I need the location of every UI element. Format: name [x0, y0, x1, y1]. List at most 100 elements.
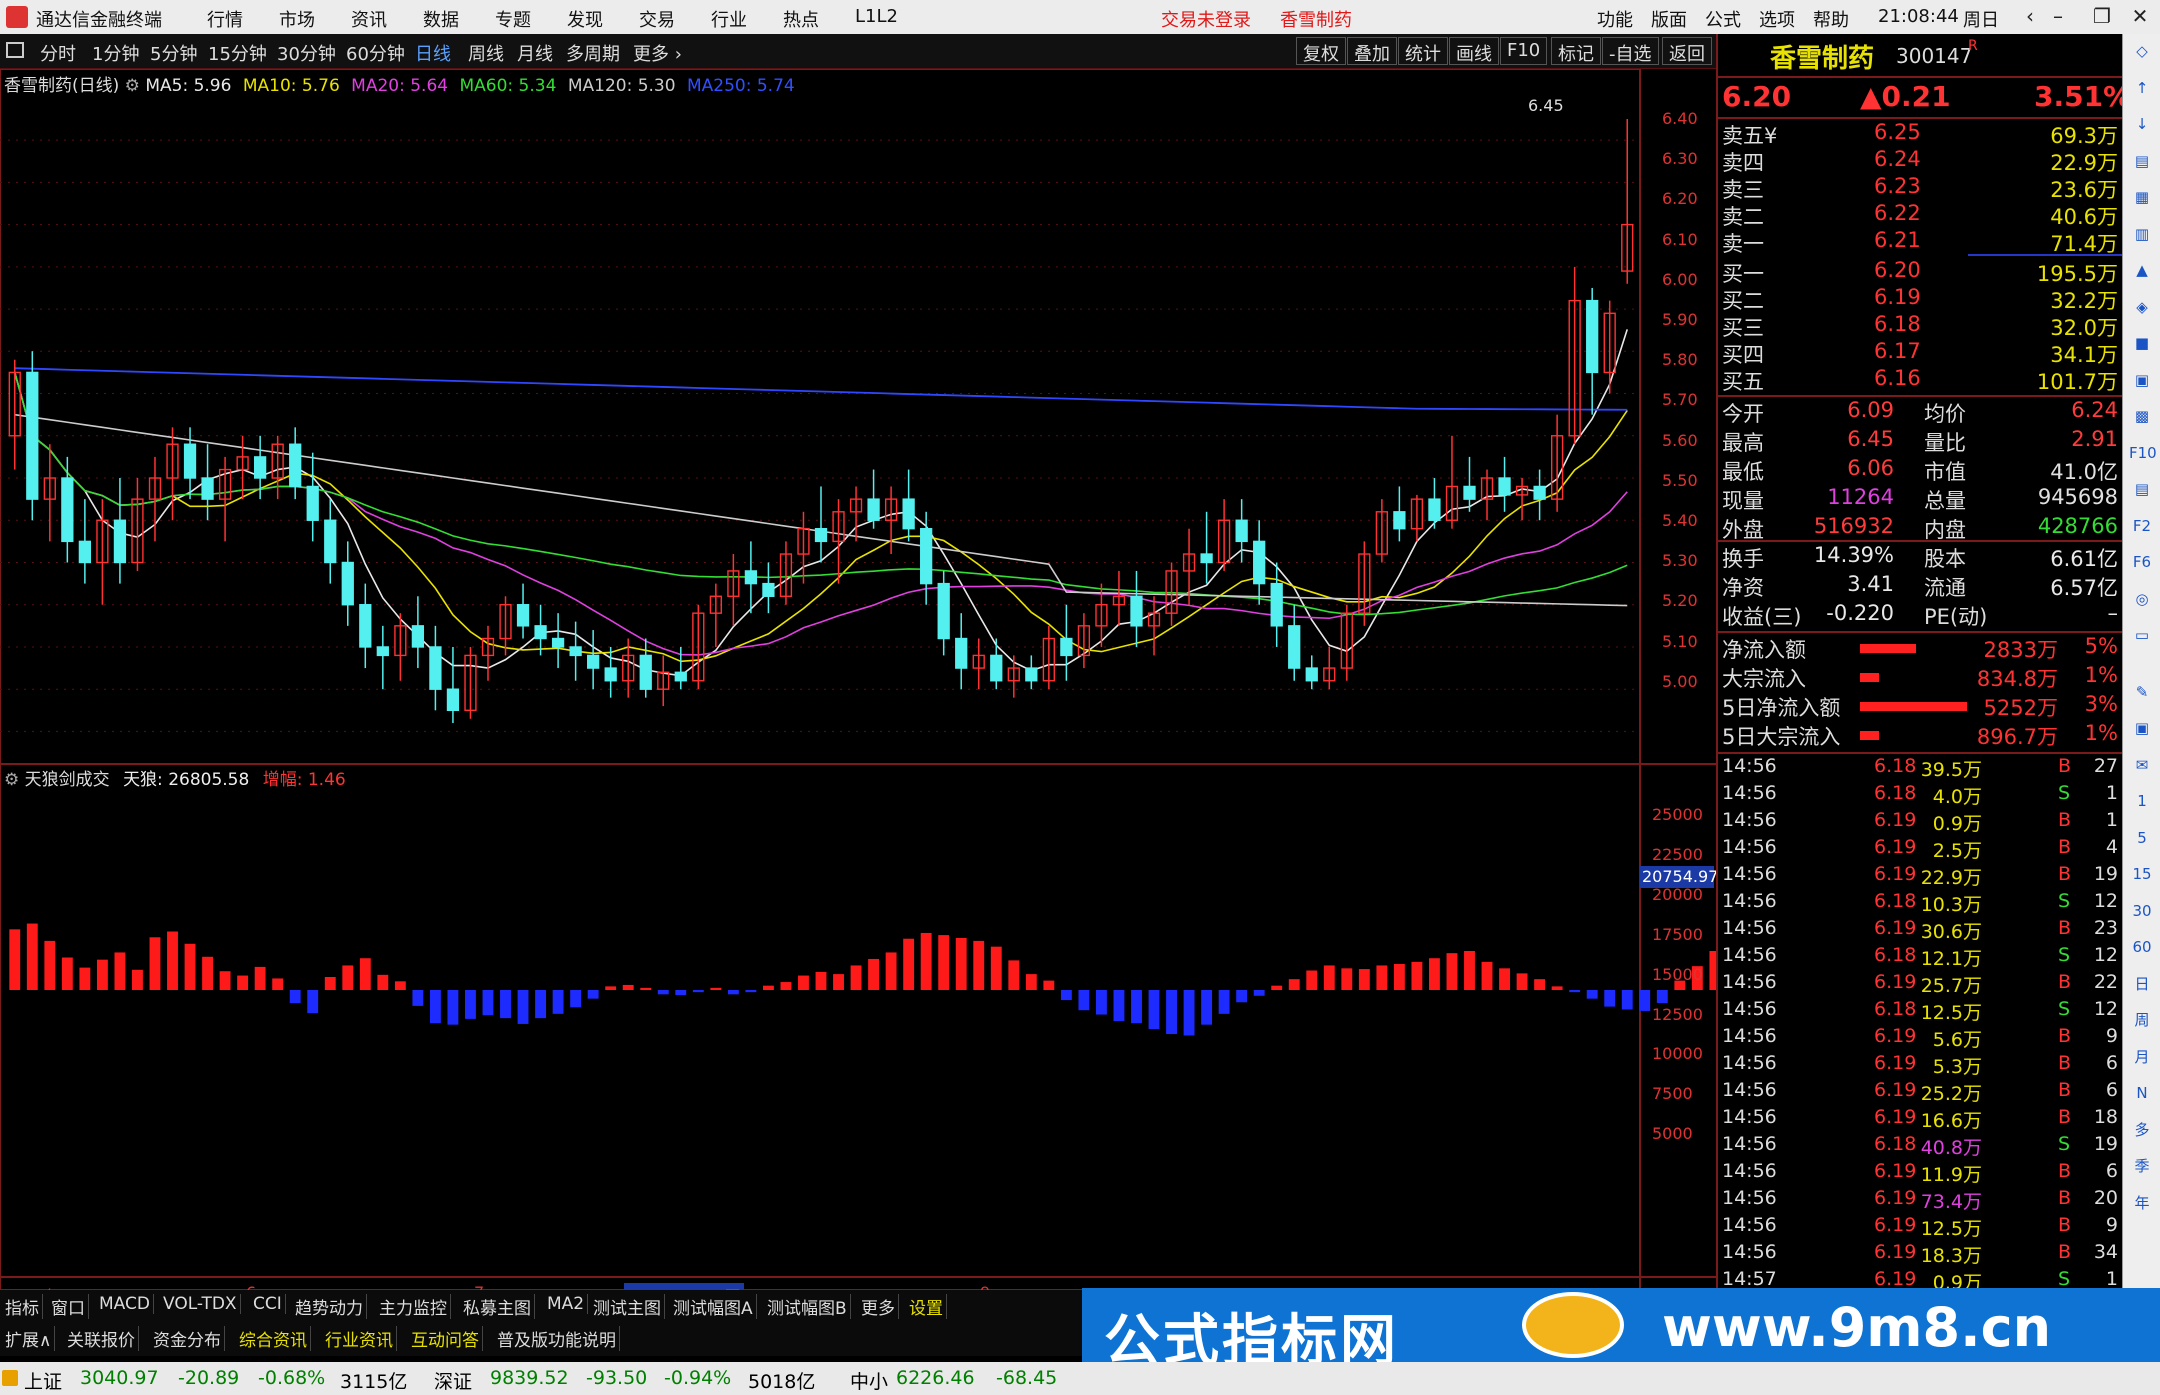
f10-button[interactable]: F10	[1500, 37, 1548, 65]
info-tab[interactable]: 资金分布	[150, 1326, 225, 1351]
toolbar-icon[interactable]: 月	[2129, 1044, 2155, 1070]
toolbar-icon[interactable]: ▣	[2129, 367, 2155, 393]
toolbar-icon[interactable]: ↓	[2129, 111, 2155, 137]
status-icon[interactable]	[2, 1370, 18, 1386]
info-tab[interactable]: 互动问答	[408, 1326, 483, 1351]
menu-item[interactable]: 热点	[783, 6, 819, 32]
menu-item[interactable]: 资讯	[351, 6, 387, 32]
login-status-link[interactable]: 交易未登录	[1161, 6, 1251, 32]
period-tab[interactable]: 多周期	[566, 40, 620, 66]
indicator-tab[interactable]: MA2	[544, 1294, 589, 1314]
period-tab[interactable]: 5分钟	[150, 40, 197, 66]
toolbar-icon[interactable]: ▤	[2129, 476, 2155, 502]
info-tab[interactable]: 普及版功能说明	[494, 1326, 620, 1351]
layout-toggle-icon[interactable]	[6, 42, 24, 58]
indicator-tab[interactable]: 窗口	[48, 1294, 89, 1319]
menu-item[interactable]: 发现	[567, 6, 603, 32]
book-price[interactable]: 6.16	[1874, 366, 1921, 390]
chart-area[interactable]: 香雪制药(日线) ⚙ MA5: 5.96 MA10: 5.76 MA20: 5.…	[0, 68, 2019, 1307]
draw-button[interactable]: 画线	[1449, 37, 1499, 65]
period-tab[interactable]: 1分钟	[92, 40, 139, 66]
info-tab[interactable]: 关联报价	[64, 1326, 139, 1351]
info-tab[interactable]: 扩展∧	[2, 1326, 56, 1351]
toolbar-icon[interactable]: ↑	[2129, 75, 2155, 101]
kline-chart[interactable]	[0, 68, 2019, 1291]
indicator-tab[interactable]: 私募主图	[460, 1294, 535, 1319]
toolbar-icon[interactable]: ◎	[2129, 586, 2155, 612]
toolbar-icon[interactable]: F2	[2129, 513, 2155, 539]
menu-item[interactable]: 版面	[1651, 6, 1687, 32]
toolbar-icon[interactable]: ▣	[2129, 715, 2155, 741]
period-tab[interactable]: 60分钟	[346, 40, 405, 66]
indicator-tab[interactable]: 更多	[858, 1294, 899, 1319]
watchlist-button[interactable]: -自选	[1602, 37, 1659, 65]
menu-item[interactable]: 数据	[423, 6, 459, 32]
book-price[interactable]: 6.18	[1874, 312, 1921, 336]
stats-button[interactable]: 统计	[1398, 37, 1448, 65]
toolbar-icon[interactable]: 30	[2129, 898, 2155, 924]
book-price[interactable]: 6.17	[1874, 339, 1921, 363]
indicator-tab[interactable]: MACD	[96, 1294, 154, 1314]
period-tab[interactable]: 分时	[40, 40, 76, 66]
toolbar-icon[interactable]: F6	[2129, 549, 2155, 575]
menu-item[interactable]: 市场	[279, 6, 315, 32]
period-tab[interactable]: 周线	[468, 40, 504, 66]
back-icon[interactable]: ‹	[2016, 4, 2044, 30]
toolbar-icon[interactable]: ▭	[2129, 622, 2155, 648]
toolbar-icon[interactable]: ▦	[2129, 184, 2155, 210]
book-price[interactable]: 6.20	[1874, 258, 1921, 282]
indicator-tab[interactable]: 测试幅图A	[670, 1294, 757, 1319]
mark-button[interactable]: 标记	[1551, 37, 1601, 65]
toolbar-icon[interactable]: ✎	[2129, 679, 2155, 705]
book-price[interactable]: 6.19	[1874, 285, 1921, 309]
indicator-tab[interactable]: 测试主图	[590, 1294, 665, 1319]
toolbar-icon[interactable]: 5	[2129, 825, 2155, 851]
toolbar-icon[interactable]: ▲	[2129, 257, 2155, 283]
menu-item[interactable]: 行情	[207, 6, 243, 32]
info-tab[interactable]: 行业资讯	[322, 1326, 397, 1351]
toolbar-icon[interactable]: 60	[2129, 934, 2155, 960]
info-tab[interactable]: 综合资讯	[236, 1326, 311, 1351]
toolbar-icon[interactable]: F10	[2129, 440, 2157, 466]
toolbar-icon[interactable]: ▩	[2129, 403, 2155, 429]
fuquan-button[interactable]: 复权	[1296, 37, 1346, 65]
menu-item[interactable]: 行业	[711, 6, 747, 32]
book-price[interactable]: 6.23	[1874, 174, 1921, 198]
book-price[interactable]: 6.21	[1874, 228, 1921, 252]
period-tab[interactable]: 15分钟	[208, 40, 267, 66]
period-tab[interactable]: 30分钟	[277, 40, 336, 66]
toolbar-icon[interactable]: N	[2129, 1080, 2155, 1106]
toolbar-icon[interactable]: 年	[2129, 1190, 2155, 1216]
period-tab[interactable]: 月线	[517, 40, 553, 66]
indicator-tab[interactable]: 趋势动力	[292, 1294, 367, 1319]
book-price[interactable]: 6.22	[1874, 201, 1921, 225]
menu-item[interactable]: 帮助	[1813, 6, 1849, 32]
more-periods[interactable]: 更多 ›	[633, 40, 682, 66]
toolbar-icon[interactable]: 周	[2129, 1007, 2155, 1033]
toolbar-icon[interactable]: ◈	[2129, 294, 2155, 320]
book-price[interactable]: 6.25	[1874, 120, 1921, 144]
menu-item[interactable]: 专题	[495, 6, 531, 32]
menu-item[interactable]: 公式	[1705, 6, 1741, 32]
restore-icon[interactable]: ❐	[2088, 4, 2116, 30]
close-icon[interactable]: ✕	[2126, 4, 2154, 30]
menu-item[interactable]: 交易	[639, 6, 675, 32]
toolbar-icon[interactable]: ◇	[2129, 38, 2155, 64]
menu-item[interactable]: L1L2	[855, 6, 898, 27]
toolbar-icon[interactable]: ✉	[2129, 752, 2155, 778]
indicator-tab[interactable]: 设置	[906, 1294, 947, 1319]
toolbar-icon[interactable]: ▤	[2129, 148, 2155, 174]
toolbar-icon[interactable]: 15	[2129, 861, 2155, 887]
menu-item[interactable]: 功能	[1597, 6, 1633, 32]
overlay-button[interactable]: 叠加	[1347, 37, 1397, 65]
toolbar-icon[interactable]: ■	[2129, 330, 2155, 356]
indicator-tab[interactable]: 指标	[2, 1294, 43, 1319]
toolbar-icon[interactable]: 季	[2129, 1153, 2155, 1179]
toolbar-icon[interactable]: ▥	[2129, 221, 2155, 247]
indicator-tab[interactable]: VOL-TDX	[160, 1294, 241, 1314]
menu-item[interactable]: 选项	[1759, 6, 1795, 32]
indicator-tab[interactable]: 主力监控	[376, 1294, 451, 1319]
indicator-tab[interactable]: 测试幅图B	[764, 1294, 851, 1319]
toolbar-icon[interactable]: 1	[2129, 788, 2155, 814]
minimize-icon[interactable]: –	[2044, 4, 2072, 30]
